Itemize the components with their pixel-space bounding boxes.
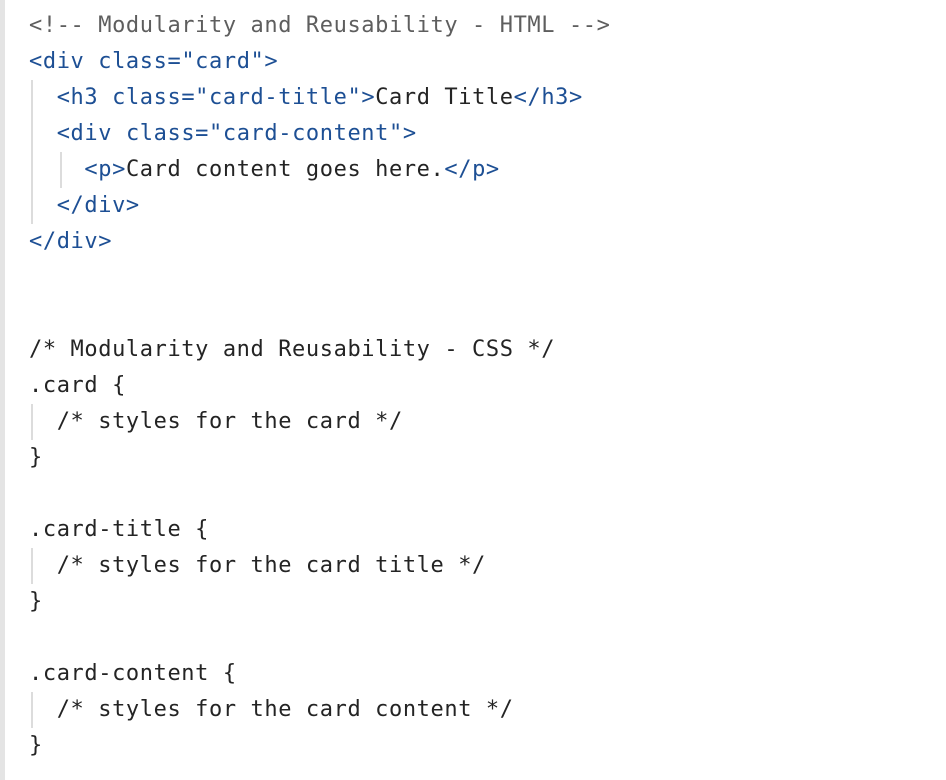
code-line: }: [29, 440, 43, 476]
code-line: <p>Card content goes here.</p>: [29, 152, 500, 188]
code-line: .card {: [29, 368, 126, 404]
code-token: "card-content": [209, 121, 403, 146]
code-line: <div class="card">: [29, 44, 278, 80]
code-token: </h3>: [513, 85, 583, 110]
code-token: }: [29, 589, 43, 614]
code-line: </div>: [29, 188, 140, 224]
code-token: <!-- Modularity and Reusability - HTML -…: [29, 13, 611, 38]
indent-guide: [31, 548, 33, 584]
code-token: <div: [29, 49, 99, 74]
code-line: .card-content {: [29, 656, 237, 692]
code-line: }: [29, 728, 43, 764]
code-block[interactable]: <!-- Modularity and Reusability - HTML -…: [0, 0, 946, 780]
code-token: .card-title {: [29, 517, 209, 542]
code-token: class=: [112, 85, 196, 110]
code-token: "card-title": [195, 85, 362, 110]
code-token: Card Title: [375, 85, 514, 110]
code-line: </div>: [29, 224, 112, 260]
indent-guide: [31, 80, 33, 224]
code-token: >: [402, 121, 417, 146]
code-line: <!-- Modularity and Reusability - HTML -…: [29, 8, 611, 44]
code-token: }: [29, 733, 43, 758]
code-line: /* Modularity and Reusability - CSS */: [29, 332, 555, 368]
code-token: </p>: [444, 157, 500, 182]
code-line: /* styles for the card title */: [29, 548, 486, 584]
code-token: </div>: [29, 229, 113, 254]
code-token: <div: [56, 121, 126, 146]
code-token: /* styles for the card title */: [56, 553, 486, 578]
code-token: >: [361, 85, 376, 110]
code-token: class=: [98, 49, 182, 74]
code-token: class=: [125, 121, 210, 146]
code-token: /* styles for the card */: [56, 409, 403, 434]
code-line: <h3 class="card-title">Card Title</h3>: [29, 80, 583, 116]
code-token: >: [264, 49, 279, 74]
code-token: }: [29, 445, 43, 470]
code-token: "card": [181, 49, 265, 74]
code-token: <h3: [56, 85, 113, 110]
indent-guide: [31, 692, 33, 728]
code-line: <div class="card-content">: [29, 116, 417, 152]
code-line: /* styles for the card content */: [29, 692, 514, 728]
code-token: /* styles for the card content */: [56, 697, 514, 722]
code-token: .card-content {: [29, 661, 237, 686]
code-token: Card content goes here.: [125, 157, 445, 182]
code-token: .card {: [29, 373, 126, 398]
code-token: <p>: [84, 157, 126, 182]
indent-guide: [60, 152, 62, 188]
indent-guide: [31, 404, 33, 440]
code-token: </div>: [56, 193, 140, 218]
code-line: }: [29, 584, 43, 620]
code-line: .card-title {: [29, 512, 209, 548]
code-line: /* styles for the card */: [29, 404, 403, 440]
code-token: /* Modularity and Reusability - CSS */: [29, 337, 556, 362]
